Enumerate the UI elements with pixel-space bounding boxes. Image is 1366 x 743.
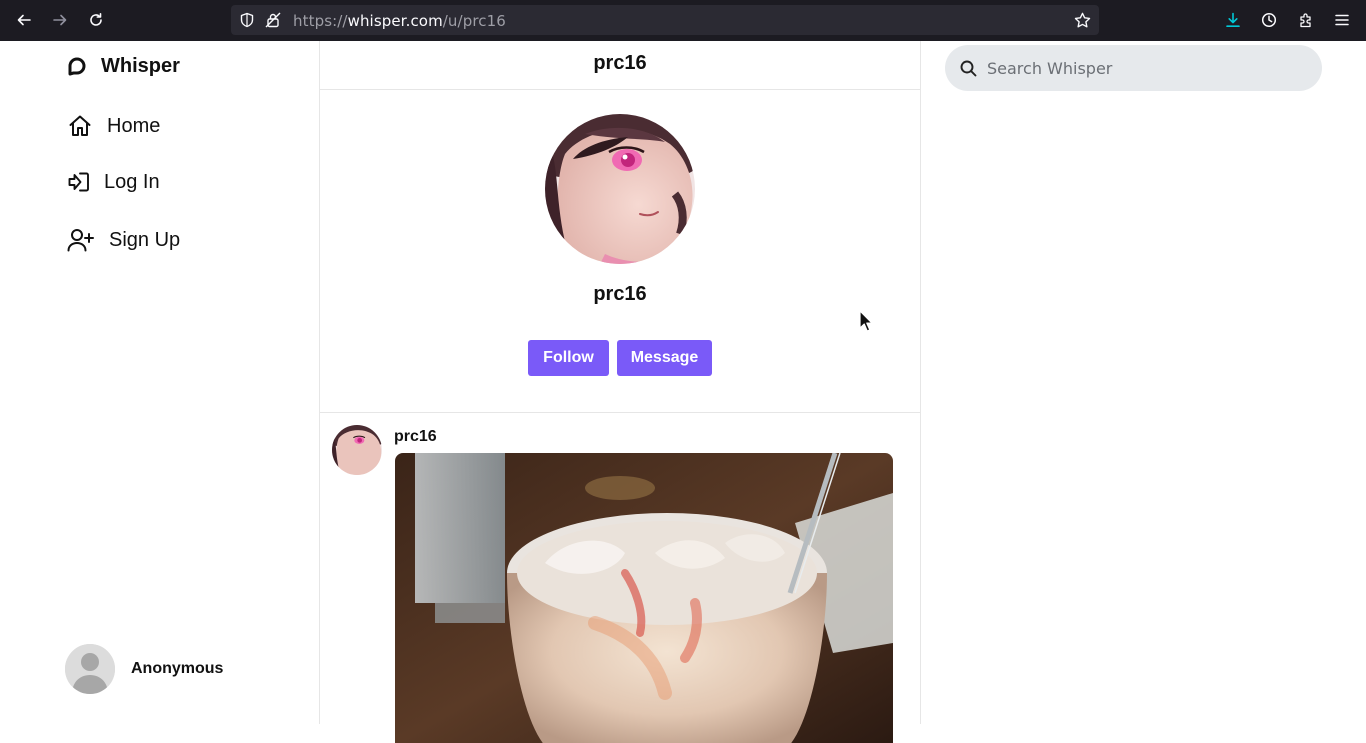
search-box[interactable] xyxy=(945,45,1322,91)
post: prc16 xyxy=(320,413,920,743)
extensions-icon xyxy=(1300,13,1311,28)
home-icon xyxy=(69,115,91,136)
post-author-name[interactable]: prc16 xyxy=(394,428,437,446)
history-button[interactable] xyxy=(1251,2,1287,38)
main-column: prc16 prc16 Follow Message prc16 xyxy=(320,41,921,743)
sidebar-item-label: Home xyxy=(107,114,161,137)
reload-button[interactable] xyxy=(78,2,114,38)
menu-icon xyxy=(1335,14,1349,26)
sidebar: Whisper Home Log In Sign Up Anonymous xyxy=(0,41,320,724)
url-host: whisper.com xyxy=(347,12,443,30)
downloads-button[interactable] xyxy=(1215,2,1251,38)
sidebar-item-log-in[interactable]: Log In xyxy=(67,170,160,194)
user-name: Anonymous xyxy=(131,660,224,677)
page: Whisper Home Log In Sign Up Anonymous pr… xyxy=(0,41,1366,743)
profile-card: prc16 Follow Message xyxy=(320,90,920,413)
profile-avatar[interactable] xyxy=(545,114,695,264)
url-prefix: https:// xyxy=(293,12,348,30)
sidebar-item-label: Sign Up xyxy=(109,228,181,251)
url-bar[interactable]: https://whisper.com/u/prc16 xyxy=(231,5,1099,35)
back-button[interactable] xyxy=(6,2,42,38)
url-path: /u/prc16 xyxy=(442,12,506,30)
message-button[interactable]: Message xyxy=(617,340,712,376)
sidebar-item-home[interactable]: Home xyxy=(67,113,160,139)
back-arrow-icon xyxy=(17,14,31,26)
app-menu-button[interactable] xyxy=(1324,2,1360,38)
star-icon[interactable] xyxy=(1074,12,1091,29)
chat-bubble-logo-icon xyxy=(68,57,86,75)
log-in-icon xyxy=(68,172,89,192)
post-image[interactable] xyxy=(395,453,893,743)
page-title: prc16 xyxy=(320,41,920,90)
post-author-avatar[interactable] xyxy=(332,425,382,475)
sidebar-item-label: Log In xyxy=(104,170,160,193)
profile-name: prc16 xyxy=(593,283,647,305)
follow-button[interactable]: Follow xyxy=(528,340,609,376)
forward-button[interactable] xyxy=(42,2,78,38)
download-icon xyxy=(1226,12,1240,27)
profile-avatar-image xyxy=(545,114,695,264)
shield-icon[interactable] xyxy=(239,12,255,28)
browser-toolbar: https://whisper.com/u/prc16 xyxy=(0,0,1366,41)
current-user[interactable]: Anonymous xyxy=(65,644,223,694)
default-avatar-icon xyxy=(65,644,115,694)
lock-icon[interactable] xyxy=(265,12,281,28)
extensions-button[interactable] xyxy=(1288,2,1324,38)
history-icon xyxy=(1261,12,1277,28)
reload-icon xyxy=(90,13,102,26)
search-input[interactable] xyxy=(987,45,1307,91)
post-author-avatar-image xyxy=(332,425,382,475)
search-icon xyxy=(960,60,977,77)
sidebar-item-sign-up[interactable]: Sign Up xyxy=(67,227,180,253)
post-photo xyxy=(395,453,893,743)
brand[interactable]: Whisper xyxy=(66,55,180,78)
user-plus-icon xyxy=(67,229,94,252)
forward-arrow-icon xyxy=(53,14,67,26)
right-column xyxy=(921,41,1366,724)
avatar xyxy=(65,644,115,694)
url-text: https://whisper.com/u/prc16 xyxy=(293,12,506,30)
brand-name: Whisper xyxy=(101,55,180,77)
mouse-cursor-icon xyxy=(859,310,873,332)
